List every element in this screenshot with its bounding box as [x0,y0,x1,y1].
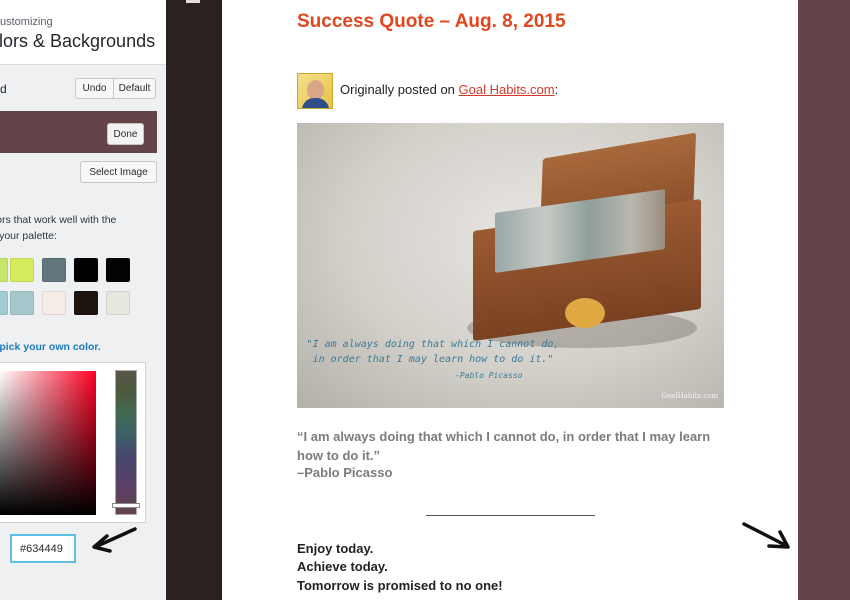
quote-author: –Pablo Picasso [297,465,393,480]
hue-slider-handle[interactable] [112,503,140,508]
section-title: olors & Backgrounds [0,31,156,51]
divider [426,515,595,516]
tape-roll [565,298,605,328]
post-title[interactable]: Success Quote – Aug. 8, 2015 [297,11,566,33]
select-image-button[interactable]: Select Image [80,161,157,183]
palette-description: olors that work well with the in your pa… [0,214,117,242]
image-quote-author: -Pablo Picasso [455,371,523,380]
palette-swatch[interactable] [42,258,66,282]
palette-swatch[interactable] [42,291,66,315]
undo-button[interactable]: Undo [75,78,114,99]
closing-line: Achieve today. [297,559,388,574]
closing-line: Tomorrow is promised to no one! [297,578,503,593]
quote-image[interactable]: "I am always doing that which I cannot d… [297,123,724,408]
avatar-face [307,80,324,100]
palette-swatches [0,258,166,318]
site-link[interactable]: Goal Habits.com [459,82,555,97]
palette-swatch[interactable] [74,258,98,282]
site-sidebar [166,0,222,600]
background-control-label: d [0,82,7,96]
menu-icon[interactable] [186,0,200,3]
originally-posted-suffix: : [554,82,559,97]
background-color-preview [798,0,850,600]
palette-swatch[interactable] [10,291,34,315]
palette-swatch[interactable] [0,291,8,315]
avatar[interactable] [297,73,333,109]
originally-posted-prefix: Originally posted on [340,82,459,97]
pick-own-color-link[interactable]: o pick your own color. [0,341,101,353]
palette-swatch[interactable] [0,258,8,282]
closing-line: Enjoy today. [297,541,374,556]
hex-color-input[interactable] [10,534,76,563]
palette-swatch[interactable] [106,291,130,315]
default-button[interactable]: Default [113,78,156,99]
palette-swatch[interactable] [10,258,34,282]
customizing-breadcrumb: ustomizing [0,16,53,28]
quote-text: “I am always doing that which I cannot d… [297,429,711,463]
image-watermark: GoalHabits.com [661,392,718,400]
done-button[interactable]: Done [107,123,144,145]
avatar-body [302,98,329,108]
saturation-area[interactable] [0,371,96,515]
palette-swatch[interactable] [106,258,130,282]
arrow-icon [742,522,790,549]
hue-slider[interactable] [115,370,137,515]
arrow-icon [92,527,137,553]
image-quote-text: "I am always doing that which I cannot d… [306,339,560,365]
originally-posted-line: Originally posted on Goal Habits.com: [340,82,558,97]
palette-swatch[interactable] [74,291,98,315]
